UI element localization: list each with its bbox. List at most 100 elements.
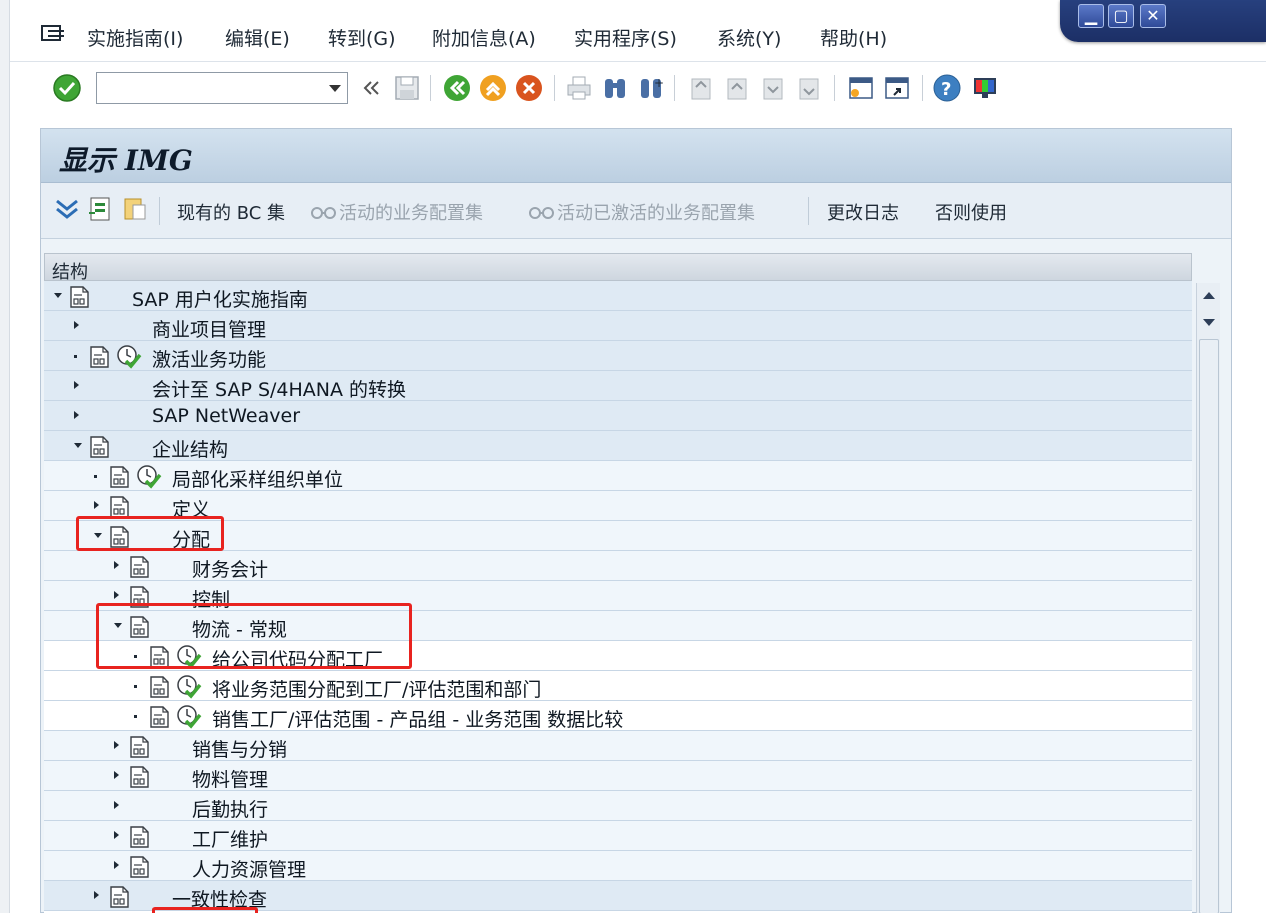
menu-extras[interactable]: 附加信息(A): [432, 24, 536, 51]
expand-all-icon[interactable]: [53, 195, 81, 223]
documentation-icon[interactable]: [108, 885, 132, 909]
tree-row[interactable]: SAP 用户化实施指南: [44, 281, 1192, 311]
collapsed-node-icon[interactable]: [94, 891, 99, 899]
last-page-icon[interactable]: [794, 73, 824, 103]
collapsed-node-icon[interactable]: [114, 831, 119, 839]
documentation-icon[interactable]: [88, 435, 112, 459]
tree-node-label[interactable]: 工厂维护: [192, 825, 268, 852]
tree-node-label[interactable]: 销售与分销: [192, 735, 287, 762]
back-icon[interactable]: [442, 73, 472, 103]
menu-icon[interactable]: [40, 24, 66, 46]
command-field[interactable]: [96, 72, 348, 104]
tree-node-label[interactable]: 企业结构: [152, 435, 228, 462]
shortcut-icon[interactable]: [882, 73, 912, 103]
scroll-thumb[interactable]: [1199, 339, 1219, 913]
collapsed-node-icon[interactable]: [114, 561, 119, 569]
activated-config-sets-button[interactable]: 活动已激活的业务配置集: [557, 199, 755, 225]
tree-row[interactable]: 财务会计: [44, 551, 1192, 581]
documentation-icon[interactable]: [128, 765, 152, 789]
tree-row[interactable]: 会计至 SAP S/4HANA 的转换: [44, 371, 1192, 401]
menu-help[interactable]: 帮助(H): [820, 24, 887, 51]
tree-row[interactable]: 企业结构: [44, 431, 1192, 461]
menu-utilities[interactable]: 实用程序(S): [574, 24, 677, 51]
expanded-node-icon[interactable]: [54, 293, 62, 298]
collapsed-node-icon[interactable]: [114, 591, 119, 599]
menu-goto[interactable]: 转到(G): [328, 24, 396, 51]
next-page-icon[interactable]: [758, 73, 788, 103]
collapsed-node-icon[interactable]: [114, 801, 119, 809]
tree-node-label[interactable]: 销售工厂/评估范围 - 产品组 - 业务范围 数据比较: [212, 705, 623, 732]
collapsed-node-icon[interactable]: [94, 501, 99, 509]
tree-node-label[interactable]: 将业务范围分配到工厂/评估范围和部门: [212, 675, 541, 702]
check-icon[interactable]: [52, 73, 82, 103]
execute-activity-icon[interactable]: [176, 674, 202, 700]
print-icon[interactable]: [564, 73, 594, 103]
exit-icon[interactable]: [478, 73, 508, 103]
tree-row[interactable]: 后勤执行: [44, 791, 1192, 821]
close-button[interactable]: ✕: [1140, 4, 1166, 28]
documentation-icon[interactable]: [88, 345, 112, 369]
collapsed-node-icon[interactable]: [114, 861, 119, 869]
execute-activity-icon[interactable]: [116, 344, 142, 370]
menu-system[interactable]: 系统(Y): [717, 24, 781, 51]
collapsed-node-icon[interactable]: [74, 381, 79, 389]
chevron-down-icon[interactable]: [329, 85, 341, 92]
active-config-sets-button[interactable]: 活动的业务配置集: [339, 199, 483, 225]
documentation-icon[interactable]: [128, 555, 152, 579]
tree-node-label[interactable]: 局部化采样组织单位: [172, 465, 343, 492]
tree-row[interactable]: SAP NetWeaver: [44, 401, 1192, 431]
help-icon[interactable]: ?: [932, 73, 962, 103]
tree-row[interactable]: 物料管理: [44, 761, 1192, 791]
scroll-up-icon[interactable]: [1200, 285, 1218, 307]
minimize-button[interactable]: ▁: [1078, 4, 1104, 28]
otherwise-use-button[interactable]: 否则使用: [935, 199, 1007, 225]
sub-tree-icon[interactable]: [87, 195, 115, 223]
existing-bc-sets-button[interactable]: 现有的 BC 集: [177, 199, 285, 225]
execute-activity-icon[interactable]: [176, 704, 202, 730]
documentation-icon[interactable]: [128, 855, 152, 879]
scroll-down-icon[interactable]: [1200, 311, 1218, 333]
collapsed-node-icon[interactable]: [114, 741, 119, 749]
tree-row[interactable]: 局部化采样组织单位: [44, 461, 1192, 491]
collapsed-node-icon[interactable]: [74, 321, 79, 329]
customize-layout-icon[interactable]: [970, 73, 1000, 103]
tree-node-label[interactable]: 激活业务功能: [152, 345, 266, 372]
expanded-node-icon[interactable]: [74, 443, 82, 448]
documentation-icon[interactable]: [108, 465, 132, 489]
menu-implementation-guide[interactable]: 实施指南(I): [87, 24, 183, 51]
save-icon[interactable]: [392, 73, 422, 103]
documentation-icon[interactable]: [148, 675, 172, 699]
vertical-scrollbar[interactable]: [1196, 283, 1220, 913]
documentation-icon[interactable]: [128, 825, 152, 849]
tree-node-label[interactable]: 商业项目管理: [152, 315, 266, 342]
tree-node-label[interactable]: 人力资源管理: [192, 855, 306, 882]
tree-row[interactable]: 商业项目管理: [44, 311, 1192, 341]
cancel-icon[interactable]: [514, 73, 544, 103]
prev-page-icon[interactable]: [722, 73, 752, 103]
documentation-icon[interactable]: [148, 705, 172, 729]
menu-edit[interactable]: 编辑(E): [225, 24, 290, 51]
tree-node-label[interactable]: SAP NetWeaver: [152, 405, 300, 427]
tree-row[interactable]: 人力资源管理: [44, 851, 1192, 881]
new-session-icon[interactable]: [846, 73, 876, 103]
maximize-button[interactable]: ▢: [1108, 4, 1134, 28]
tree-row[interactable]: 将业务范围分配到工厂/评估范围和部门: [44, 671, 1192, 701]
change-log-button[interactable]: 更改日志: [827, 199, 899, 225]
tree-node-label[interactable]: 会计至 SAP S/4HANA 的转换: [152, 375, 406, 402]
collapsed-node-icon[interactable]: [74, 411, 79, 419]
tree-node-label[interactable]: 物料管理: [192, 765, 268, 792]
tree-row[interactable]: 销售与分销: [44, 731, 1192, 761]
collapsed-node-icon[interactable]: [114, 771, 119, 779]
documentation-icon[interactable]: [128, 735, 152, 759]
clipboard-icon[interactable]: [121, 195, 149, 223]
tree-node-label[interactable]: 财务会计: [192, 555, 268, 582]
back-arrows-icon[interactable]: [356, 73, 386, 103]
first-page-icon[interactable]: [686, 73, 716, 103]
tree-row[interactable]: 销售工厂/评估范围 - 产品组 - 业务范围 数据比较: [44, 701, 1192, 731]
documentation-icon[interactable]: [68, 285, 92, 309]
tree-row[interactable]: 工厂维护: [44, 821, 1192, 851]
execute-activity-icon[interactable]: [136, 464, 162, 490]
tree-row[interactable]: 激活业务功能: [44, 341, 1192, 371]
find-icon[interactable]: [600, 73, 630, 103]
find-next-icon[interactable]: +: [636, 73, 666, 103]
